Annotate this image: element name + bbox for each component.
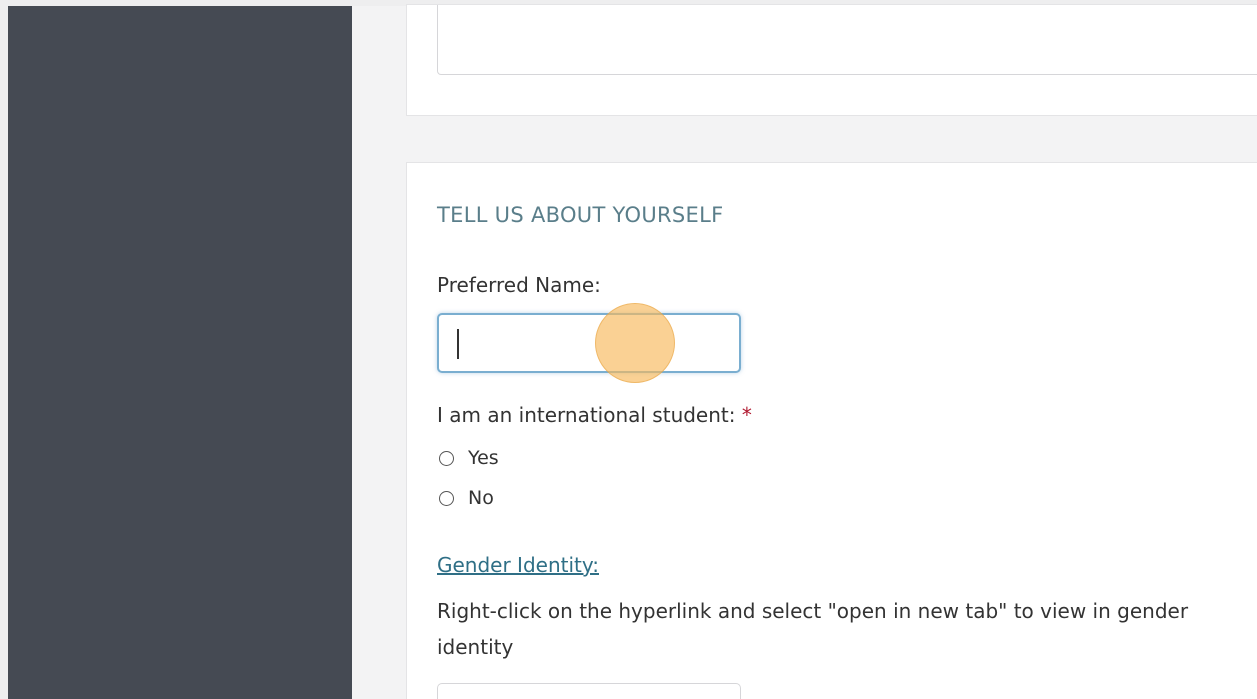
required-asterisk: * <box>741 403 752 427</box>
radio-option-yes[interactable]: Yes <box>439 447 499 469</box>
preferred-name-label: Preferred Name: <box>437 273 601 297</box>
main-content: TELL US ABOUT YOURSELF Preferred Name: I… <box>352 4 1257 699</box>
previous-card <box>406 4 1257 116</box>
click-indicator <box>595 303 675 383</box>
previous-textarea[interactable] <box>437 5 1257 75</box>
international-student-label: I am an international student: * <box>437 403 752 427</box>
gender-identity-link[interactable]: Gender Identity: <box>437 553 599 577</box>
sidebar <box>8 6 352 699</box>
radio-no-circle[interactable] <box>439 490 454 506</box>
about-yourself-card: TELL US ABOUT YOURSELF Preferred Name: I… <box>406 162 1257 699</box>
gender-identity-select[interactable] <box>437 683 741 699</box>
radio-yes-label: Yes <box>468 447 499 469</box>
section-title: TELL US ABOUT YOURSELF <box>437 203 724 227</box>
international-student-label-text: I am an international student: <box>437 403 736 427</box>
text-caret <box>457 329 459 359</box>
gender-help-text: Right-click on the hyperlink and select … <box>437 599 1189 659</box>
left-border <box>0 0 8 699</box>
radio-option-no[interactable]: No <box>439 487 494 509</box>
preferred-name-input[interactable] <box>437 313 741 373</box>
radio-no-label: No <box>468 487 494 509</box>
radio-yes-circle[interactable] <box>439 450 454 466</box>
